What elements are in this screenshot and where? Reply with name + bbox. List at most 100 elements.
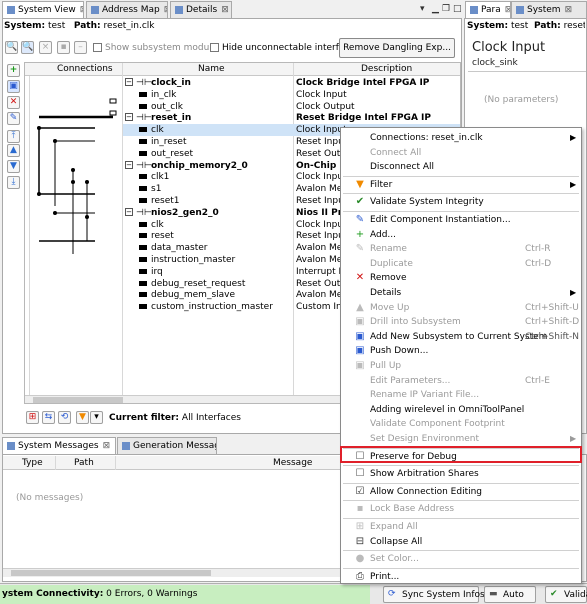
- tab-details[interactable]: Details ⊠: [170, 1, 232, 19]
- menu-item-remove[interactable]: ✕ Remove: [341, 271, 581, 285]
- menu-item-validate-component-footprint[interactable]: Validate Component Footprint: [341, 417, 581, 431]
- menu-item-connect-all[interactable]: Connect All: [341, 146, 581, 160]
- collapse-node-icon[interactable]: −: [125, 113, 133, 122]
- interface-port-icon: [139, 280, 147, 286]
- menu-item-lock-base-address[interactable]: ▪ Lock Base Address: [341, 502, 581, 516]
- menu-item-set-color[interactable]: ● Set Color...: [341, 552, 581, 566]
- menu-item-disconnect-all[interactable]: Disconnect All: [341, 160, 581, 174]
- tab-label: System Messages: [18, 441, 99, 451]
- move-top-icon[interactable]: ⤒: [7, 130, 20, 143]
- menu-item-print[interactable]: ⎙ Print...: [341, 570, 581, 584]
- add-icon[interactable]: +: [7, 64, 20, 77]
- maximize-icon[interactable]: □: [453, 4, 462, 14]
- menu-item-move-up[interactable]: ▲ Move Up Ctrl+Shift-U: [341, 301, 581, 315]
- menu-item-show-arbitration-shares[interactable]: ☐ Show Arbitration Shares: [341, 467, 581, 481]
- col-message[interactable]: Message: [273, 458, 312, 468]
- grid-icon[interactable]: ▪: [57, 41, 70, 54]
- menu-item-details[interactable]: Details ▶: [341, 286, 581, 300]
- filter-arrows-icon[interactable]: ⇆: [42, 411, 55, 424]
- menu-item-connections-reset-in-clk[interactable]: Connections: reset_in.clk ▶: [341, 131, 581, 145]
- dropdown-icon[interactable]: ▾: [420, 4, 425, 14]
- validate-button[interactable]: ✔Valida: [545, 586, 587, 603]
- collapse-tree-icon[interactable]: –: [74, 41, 87, 54]
- menu-item-add-new-subsystem-to-current-system[interactable]: ▣ Add New Subsystem to Current System Ctrl…: [341, 330, 581, 344]
- edit-icon[interactable]: ✎: [7, 112, 20, 125]
- menu-item-allow-connection-editing[interactable]: ☑ Allow Connection Editing: [341, 485, 581, 499]
- filter-dropdown-icon[interactable]: ▾: [90, 411, 103, 424]
- component-icon[interactable]: ▣: [7, 80, 20, 93]
- move-bottom-icon[interactable]: ⤓: [7, 176, 20, 189]
- zoom-out-icon[interactable]: 🔍: [5, 41, 18, 54]
- restore-icon[interactable]: ❐: [442, 4, 450, 14]
- close-small-icon[interactable]: ×: [39, 41, 52, 54]
- menu-item-rename[interactable]: ✎ Rename Ctrl-R: [341, 242, 581, 256]
- tab-system[interactable]: System ⊠: [511, 1, 587, 19]
- sync-system-infos-button[interactable]: ⟳ Sync System Infos: [383, 586, 485, 603]
- interface-name: in_clk: [151, 89, 177, 100]
- remove-dangling-button[interactable]: Remove Dangling Exp...: [339, 38, 455, 58]
- menu-separator: [343, 482, 579, 484]
- menu-item-label: Push Down...: [370, 346, 429, 357]
- tab-app-icon: [470, 5, 478, 14]
- minimize-icon[interactable]: ▁: [432, 4, 439, 14]
- component-icon: ⊣⊢: [136, 113, 152, 124]
- interface-name: clk1: [151, 172, 170, 183]
- interface-name: clk: [151, 125, 164, 136]
- move-down-icon[interactable]: ▼: [7, 160, 20, 173]
- filter-sync-icon[interactable]: ⟲: [58, 411, 71, 424]
- menu-item-set-design-environment[interactable]: Set Design Environment ▶: [341, 432, 581, 446]
- system-label: System:: [4, 21, 46, 31]
- menu-item-validate-system-integrity[interactable]: ✔ Validate System Integrity: [341, 195, 581, 209]
- close-tab-icon[interactable]: ⊠: [565, 5, 573, 15]
- messages-header: Type Path Message: [3, 456, 340, 470]
- col-type[interactable]: Type: [22, 458, 43, 468]
- zoom-in-icon[interactable]: 🔍: [21, 41, 34, 54]
- tab-system-messages[interactable]: System Messages ⊠: [2, 437, 116, 455]
- menu-item-edit-parameters[interactable]: Edit Parameters... Ctrl-E: [341, 374, 581, 388]
- col-description[interactable]: Description: [361, 64, 412, 74]
- component-icon: ⊣⊢: [136, 207, 152, 218]
- filter-icon[interactable]: ▼: [76, 411, 89, 424]
- hide-unconnectable-checkbox[interactable]: Hide unconnectable interfa...: [210, 43, 353, 53]
- tab-para[interactable]: Para⊠: [465, 1, 511, 19]
- close-tab-icon[interactable]: ⊠: [221, 5, 229, 15]
- rename-icon: ✎: [355, 243, 365, 255]
- menu-item-pull-up[interactable]: ▣ Pull Up: [341, 359, 581, 373]
- interface-name: custom_instruction_master: [151, 302, 273, 313]
- remove-icon[interactable]: ✕: [7, 96, 20, 109]
- menu-item-label: Add New Subsystem to Current System: [370, 331, 548, 342]
- menu-item-adding-wirelevel-in-omnitoolpanel[interactable]: Adding wirelevel in OmniToolPanel: [341, 403, 581, 417]
- close-tab-icon[interactable]: ⊠: [80, 5, 83, 15]
- menu-item-drill-into-subsystem[interactable]: ▣ Drill into Subsystem Ctrl+Shift-D: [341, 315, 581, 329]
- menu-item-push-down[interactable]: ▣ Push Down...: [341, 344, 581, 358]
- chevron-right-icon: ▶: [570, 133, 577, 142]
- filter-connections-icon[interactable]: ⊞: [26, 411, 39, 424]
- col-path[interactable]: Path: [74, 458, 94, 468]
- interface-port-icon: [139, 221, 147, 227]
- menu-item-edit-component-instantiation[interactable]: ✎ Edit Component Instantiation...: [341, 213, 581, 227]
- tab-system-view[interactable]: System View ⊠: [2, 1, 84, 19]
- messages-scrollbar[interactable]: [3, 568, 340, 577]
- menu-item-filter[interactable]: ▼ Filter ▶: [341, 178, 581, 192]
- col-name[interactable]: Name: [198, 64, 225, 74]
- auto-button[interactable]: ▬ Auto: [484, 586, 536, 603]
- menu-item-collapse-all[interactable]: ⊟ Collapse All: [341, 535, 581, 549]
- show-subsystem-checkbox[interactable]: Show subsystem modu...: [93, 43, 218, 53]
- collapse-node-icon[interactable]: −: [125, 207, 133, 216]
- menu-item-rename-ip-variant-file[interactable]: Rename IP Variant File...: [341, 388, 581, 402]
- tab-generation-messages[interactable]: Generation Messages⊠: [117, 437, 217, 455]
- menu-item-expand-all[interactable]: ⊞ Expand All: [341, 520, 581, 534]
- tab-label: Para: [481, 5, 501, 15]
- menu-item-shortcut: Ctrl+Shift-U: [525, 302, 579, 313]
- move-up-icon[interactable]: ▲: [7, 144, 20, 157]
- menu-item-add[interactable]: + Add...: [341, 228, 581, 242]
- tab-address-map[interactable]: Address Map ⊠: [86, 1, 168, 19]
- collapse-node-icon[interactable]: −: [125, 78, 133, 86]
- menu-item-shortcut: Ctrl-R: [525, 244, 551, 255]
- close-tab-icon[interactable]: ⊠: [164, 5, 167, 15]
- collapse-node-icon[interactable]: −: [125, 160, 133, 169]
- status-bar: ystem Connectivity: 0 Errors, 0 Warnings…: [0, 583, 587, 604]
- close-tab-icon[interactable]: ⊠: [103, 441, 111, 451]
- col-connections[interactable]: Connections: [57, 64, 113, 74]
- menu-item-duplicate[interactable]: Duplicate Ctrl-D: [341, 257, 581, 271]
